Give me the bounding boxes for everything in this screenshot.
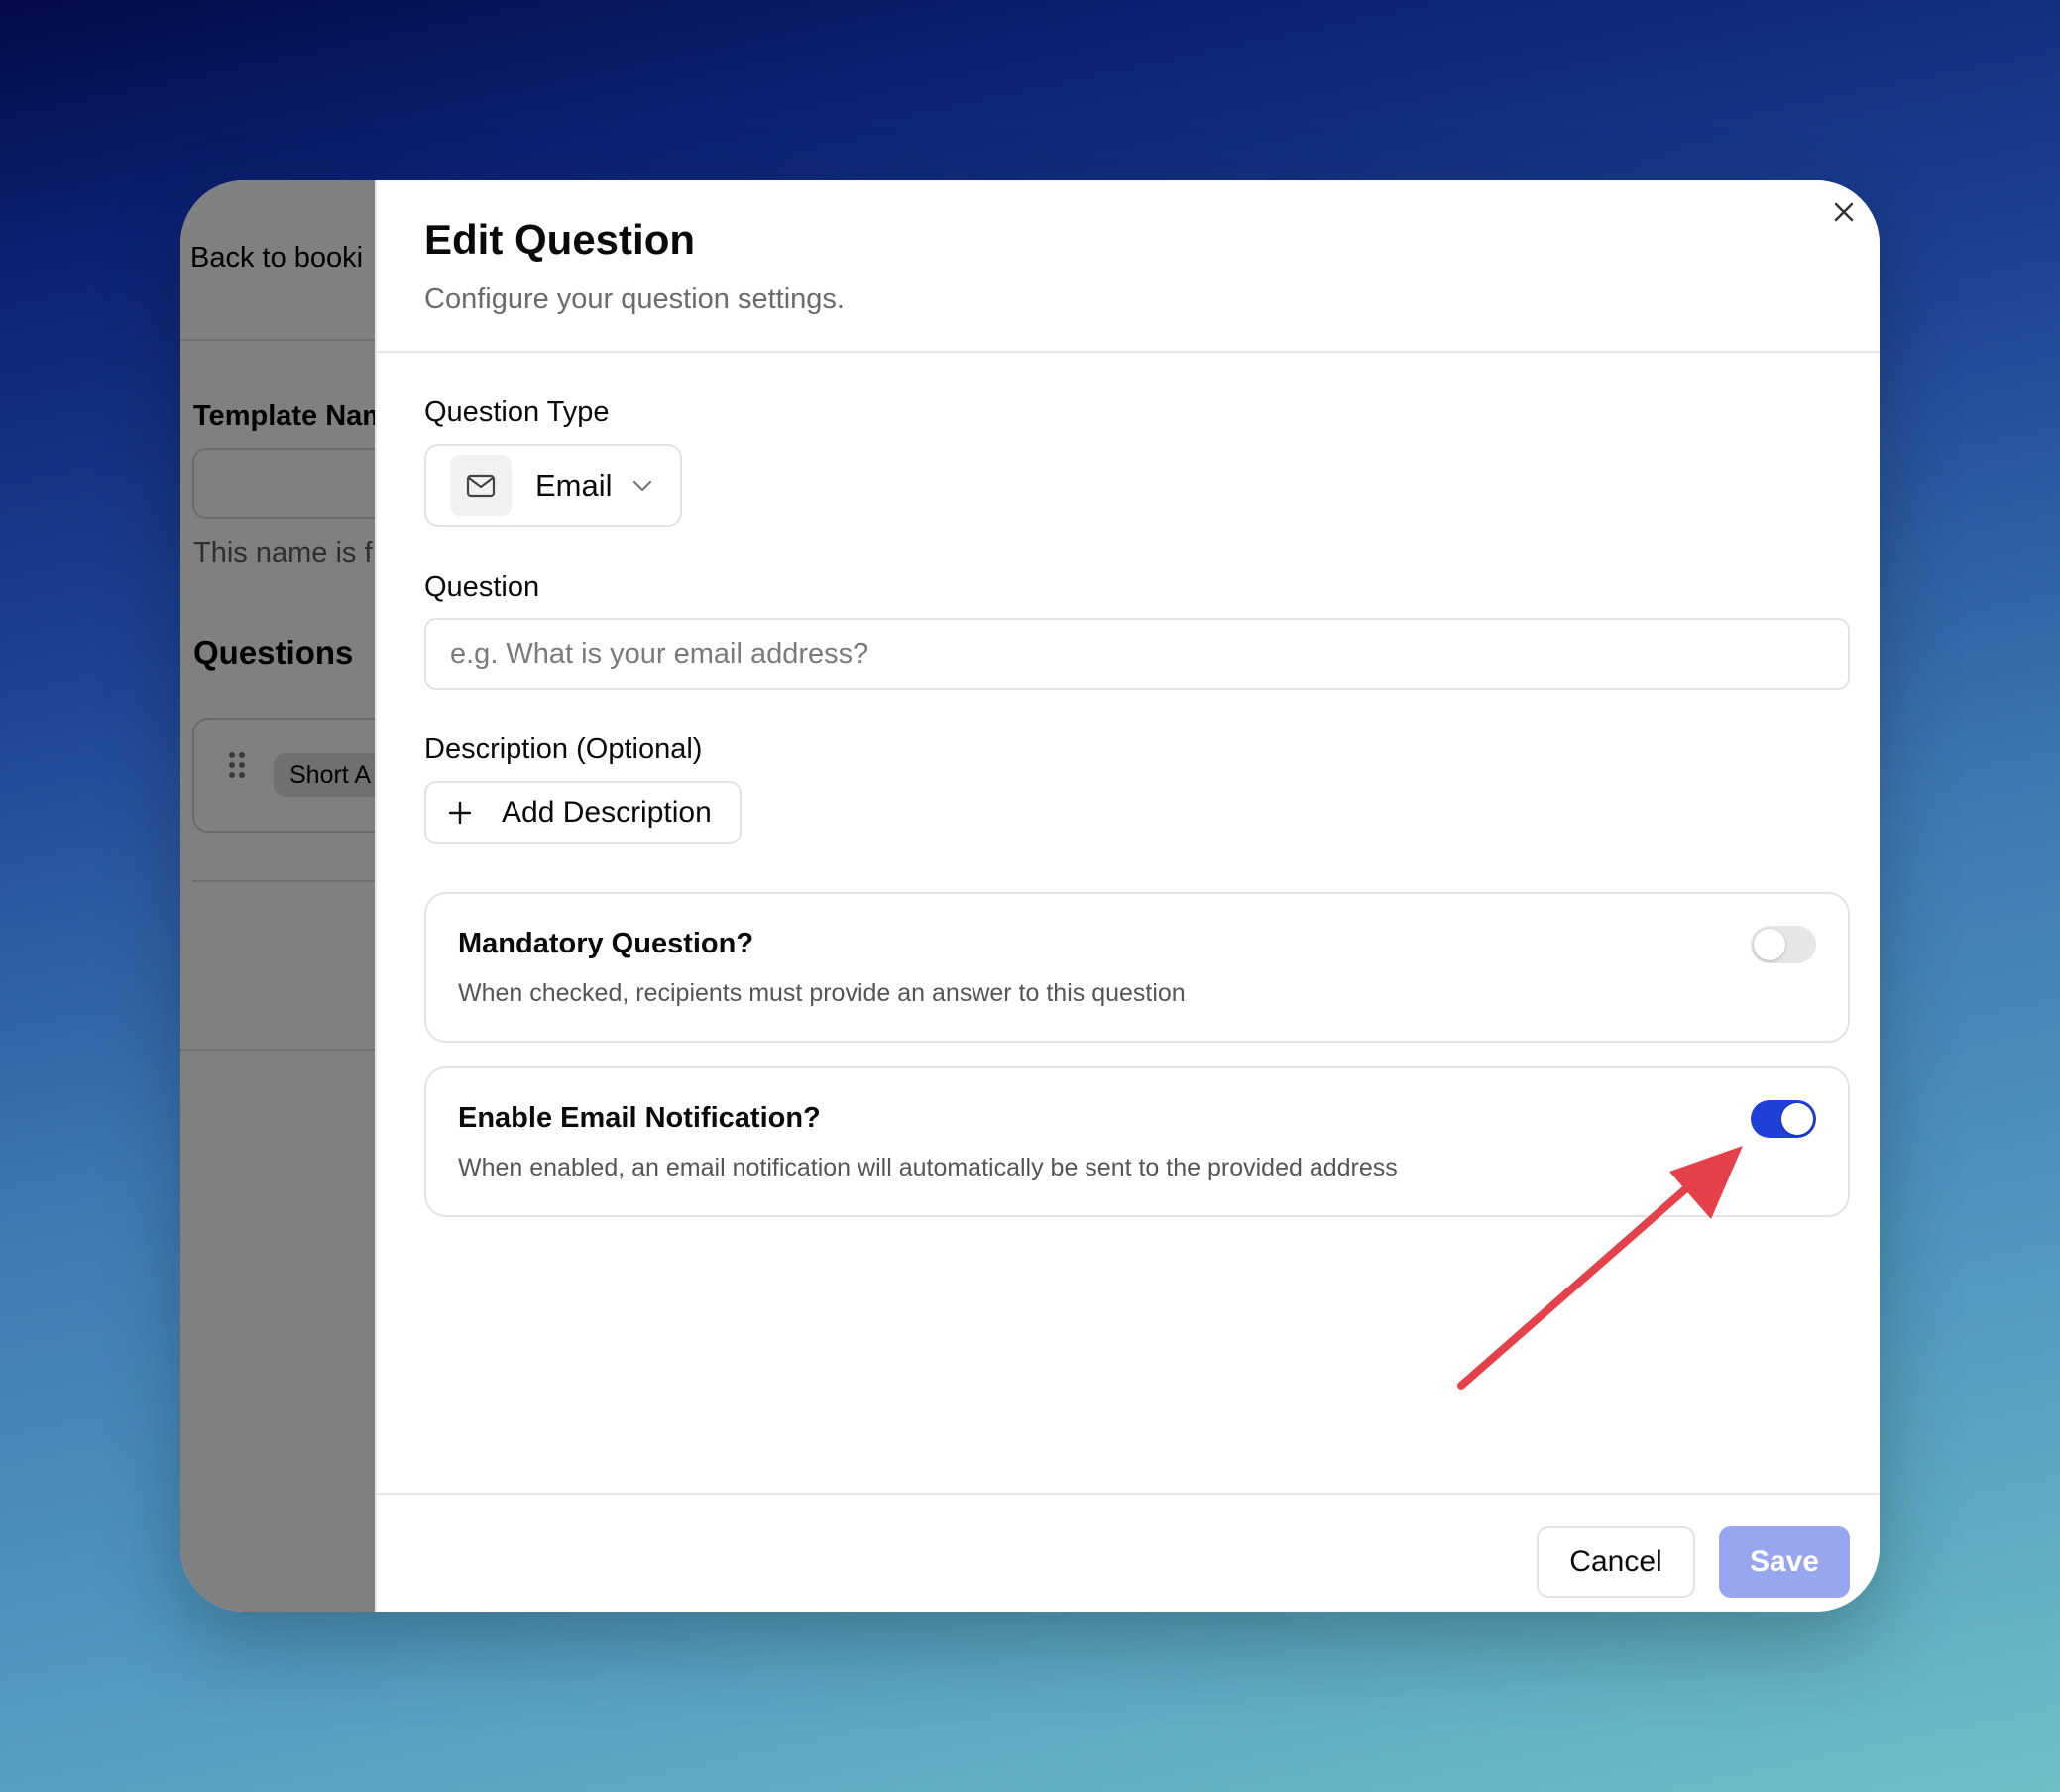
question-type-chip: Short A	[274, 753, 387, 797]
email-notification-toggle[interactable]	[1751, 1100, 1816, 1138]
drag-handle-icon[interactable]	[228, 751, 246, 787]
add-description-label: Add Description	[502, 796, 712, 829]
back-to-bookings-link[interactable]: Back to booki	[190, 242, 363, 275]
cancel-button[interactable]: Cancel	[1537, 1526, 1695, 1598]
save-button[interactable]: Save	[1719, 1526, 1850, 1598]
divider	[180, 339, 375, 341]
app-window: Back to booki Template Nam This name is …	[180, 180, 1880, 1612]
dialog-title: Edit Question	[424, 216, 695, 263]
chevron-down-icon	[632, 480, 652, 492]
setting-title: Mandatory Question?	[458, 928, 754, 959]
template-name-label: Template Nam	[193, 400, 389, 432]
description-label: Description (Optional)	[424, 733, 703, 765]
setting-description: When enabled, an email notification will…	[458, 1154, 1398, 1181]
mail-icon	[450, 455, 512, 516]
divider	[377, 351, 1880, 353]
template-name-note: This name is f	[193, 537, 373, 569]
setting-description: When checked, recipients must provide an…	[458, 979, 1186, 1007]
plus-icon	[448, 801, 472, 825]
email-notification-setting: Enable Email Notification? When enabled,…	[424, 1066, 1850, 1217]
mandatory-question-setting: Mandatory Question? When checked, recipi…	[424, 892, 1850, 1043]
question-label: Question	[424, 571, 540, 603]
close-icon[interactable]	[1826, 194, 1862, 230]
divider	[180, 1049, 375, 1051]
add-description-button[interactable]: Add Description	[424, 781, 742, 844]
setting-title: Enable Email Notification?	[458, 1102, 821, 1134]
toggle-knob	[1781, 1103, 1813, 1135]
questions-heading: Questions	[193, 634, 354, 671]
question-type-select[interactable]: Email	[424, 444, 682, 527]
divider	[377, 1493, 1880, 1495]
mandatory-question-toggle[interactable]	[1751, 926, 1816, 963]
question-input[interactable]	[424, 618, 1850, 690]
dialog-subtitle: Configure your question settings.	[424, 283, 845, 315]
question-type-label: Question Type	[424, 396, 610, 428]
divider	[192, 880, 375, 882]
toggle-knob	[1754, 929, 1785, 960]
edit-question-dialog: Edit Question Configure your question se…	[375, 180, 1880, 1612]
background-page: Back to booki Template Nam This name is …	[180, 180, 450, 1612]
question-type-value: Email	[535, 468, 613, 503]
